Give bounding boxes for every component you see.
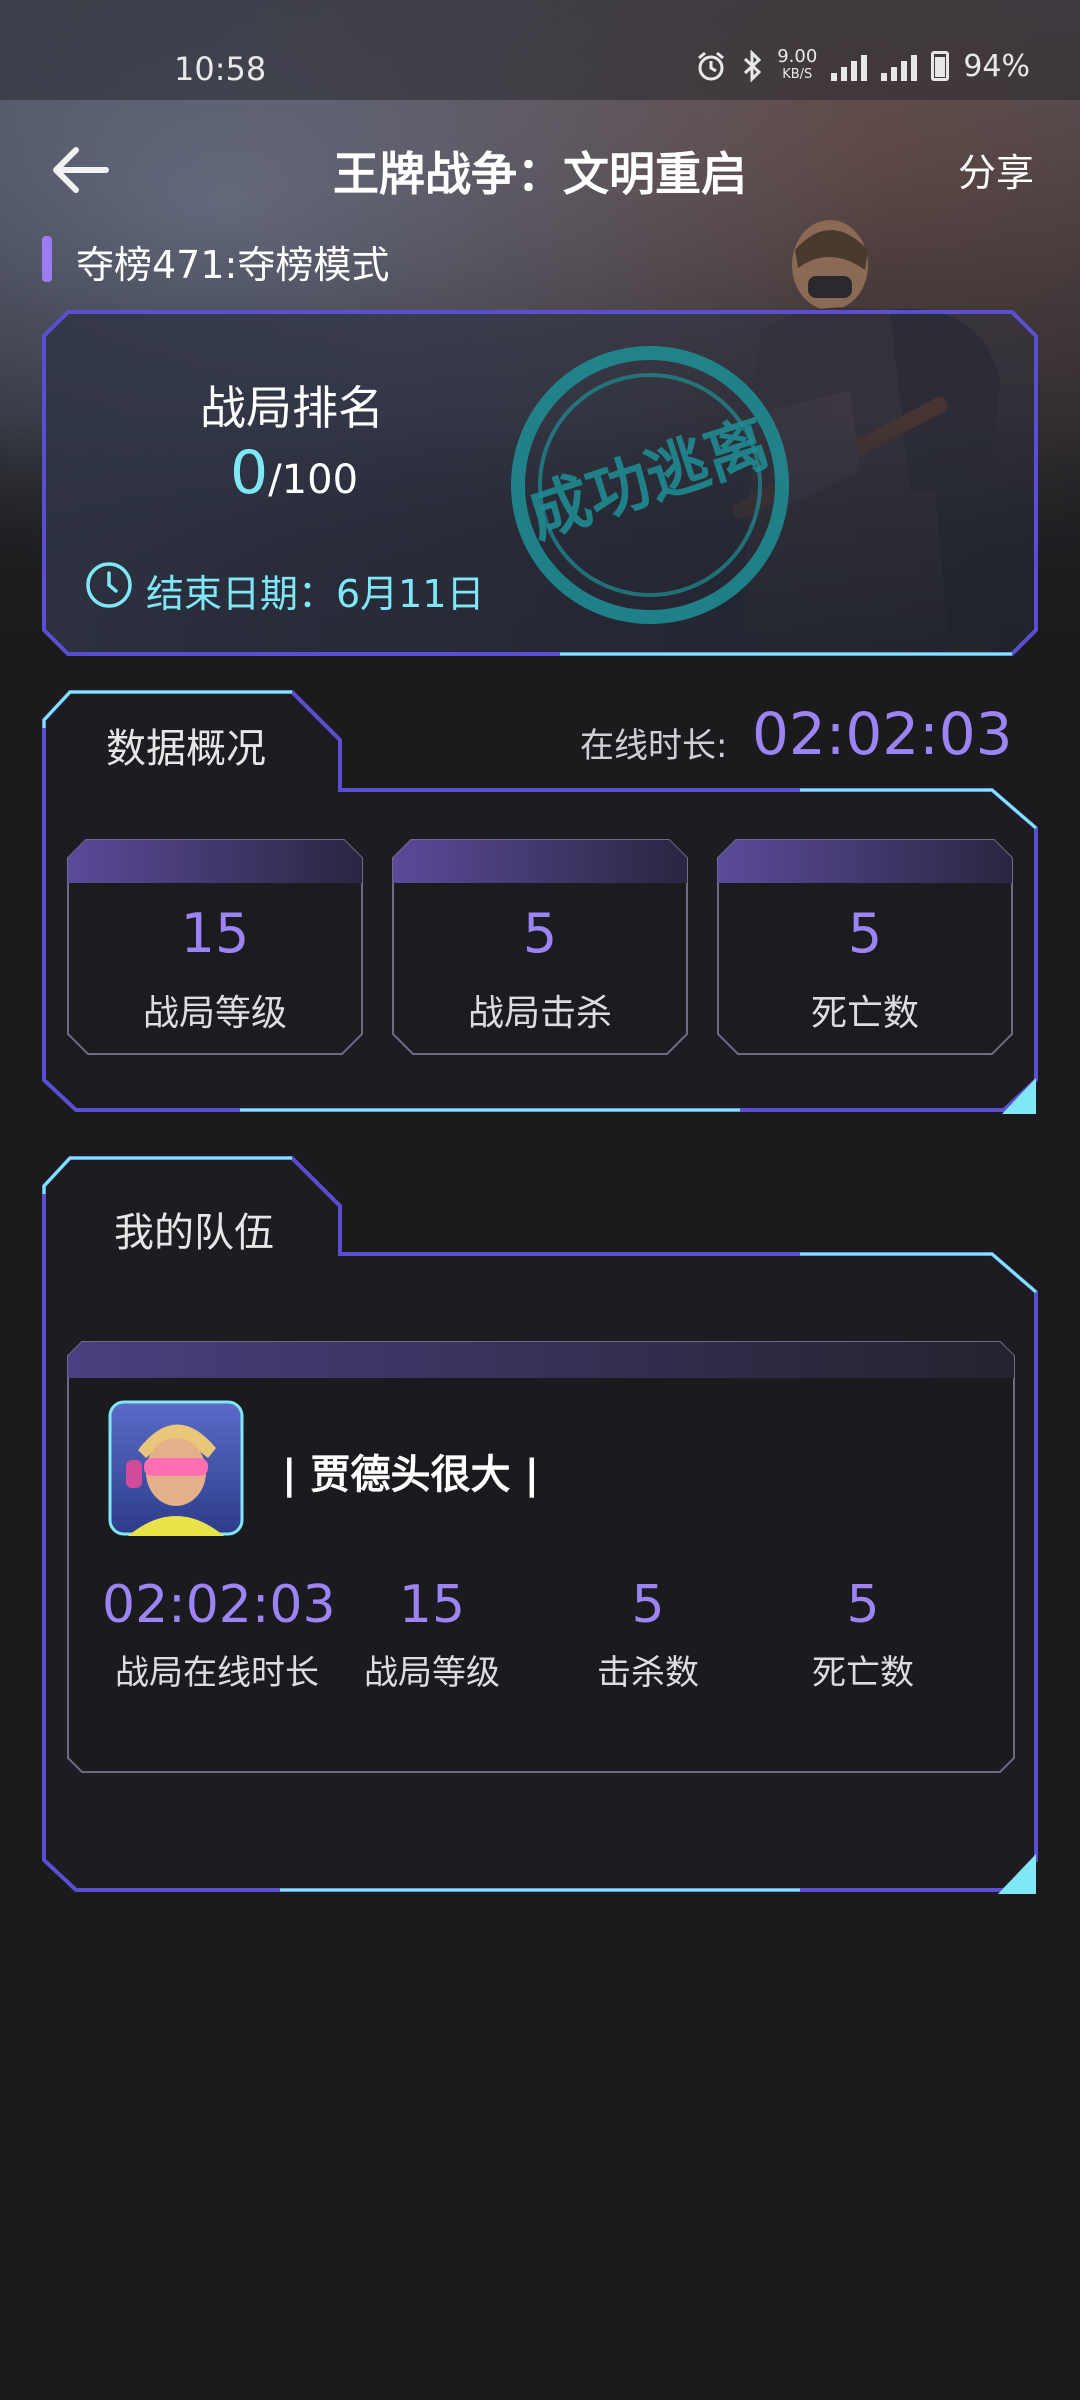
bluetooth-icon (744, 50, 762, 82)
overview-title: 数据概况 (106, 726, 266, 772)
avatar[interactable] (108, 1400, 244, 1536)
stat-label: 死亡数 (810, 993, 919, 1034)
signal-5g-icon (881, 51, 918, 81)
member-stat-value: 02:02:03 (102, 1575, 336, 1635)
signal-4g-icon (831, 51, 868, 81)
online-time-value: 02:02:03 (752, 700, 1013, 768)
stat-label: 战局击杀 (467, 993, 612, 1034)
member-stat-deaths: 5 死亡数 (748, 1575, 978, 1694)
escape-success-stamp: 成功逃离 (511, 346, 789, 624)
stat-card-deaths: 5 死亡数 (716, 838, 1014, 1056)
net-speed: 9.00 KB/S (777, 46, 818, 83)
member-stat-label: 死亡数 (812, 1653, 914, 1693)
member-stat-value: 5 (631, 1575, 665, 1635)
member-stat-value: 5 (846, 1575, 880, 1635)
mode-indicator-bar (42, 236, 52, 282)
status-time: 10:58 (174, 50, 267, 88)
member-stat-level: 15 战局等级 (317, 1575, 547, 1694)
member-stat-label: 击杀数 (597, 1653, 699, 1693)
member-stat-kills: 5 击杀数 (533, 1575, 763, 1694)
rank-total: /100 (268, 457, 359, 503)
stat-value: 5 (847, 902, 883, 965)
stat-card-kills: 5 战局击杀 (391, 838, 689, 1056)
member-stat-label: 战局在线时长 (115, 1653, 319, 1693)
status-icons: 9.00 KB/S 94% (695, 48, 1030, 84)
team-title: 我的队伍 (114, 1210, 274, 1256)
clock-icon (86, 562, 132, 608)
rank-value: 0/100 (230, 438, 358, 508)
alarm-icon (698, 51, 725, 81)
stat-label: 战局等级 (142, 993, 287, 1034)
share-button[interactable]: 分享 (958, 142, 1034, 197)
stat-card-level: 15 战局等级 (66, 838, 364, 1056)
online-time-label: 在线时长: (580, 726, 728, 766)
battery-percent: 94% (963, 48, 1030, 84)
member-stat-value: 15 (398, 1575, 466, 1635)
rank-number: 0 (230, 438, 269, 508)
rank-title: 战局排名 (200, 381, 384, 435)
stat-value: 15 (180, 902, 250, 965)
member-name: | 贾德头很大 | (282, 1452, 540, 1498)
page-title: 王牌战争：文明重启 (333, 147, 747, 201)
member-stat-online-time: 02:02:03 战局在线时长 (102, 1575, 336, 1694)
mode-label: 夺榜471:夺榜模式 (76, 243, 390, 287)
stat-value: 5 (522, 902, 558, 965)
battery-icon (931, 51, 950, 81)
member-stat-label: 战局等级 (364, 1653, 500, 1693)
end-date: 结束日期：6月11日 (146, 572, 485, 616)
